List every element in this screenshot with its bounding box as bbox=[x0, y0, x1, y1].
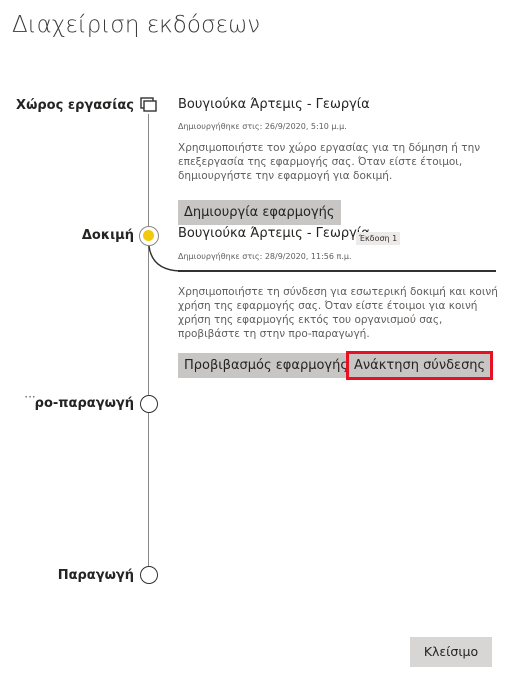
test-description: Χρησιμοποιήστε τη σύνδεση για εσωτερική … bbox=[178, 286, 498, 340]
create-app-button[interactable]: Δημιουργία εφαρμογής bbox=[178, 200, 341, 225]
stage-connector-curve bbox=[148, 246, 181, 272]
promote-app-button[interactable]: Προβιβασμός εφαρμογής bbox=[178, 353, 354, 378]
stage-indicator-production bbox=[140, 566, 158, 584]
version-badge: Έκδοση 1 bbox=[356, 232, 401, 245]
pipeline-timeline-line bbox=[148, 110, 149, 576]
close-button[interactable]: Κλείσιμο bbox=[410, 637, 492, 667]
stage-label-preproduction: ρο-παραγωγή bbox=[34, 396, 134, 411]
test-created-date: Δημιουργήθηκε στις: 28/9/2020, 11:56 π.μ… bbox=[178, 252, 352, 261]
workspace-name: Βουγιούκα Άρτεμις - Γεωργία bbox=[178, 97, 370, 112]
workspace-stack-icon bbox=[140, 97, 158, 114]
stage-label-workspace: Χώρος εργασίας bbox=[16, 98, 134, 113]
stage-label-test: Δοκιμή bbox=[81, 228, 134, 243]
workspace-created-date: Δημιουργήθηκε στις: 26/9/2020, 5:10 μ.μ. bbox=[178, 122, 347, 131]
section-divider bbox=[178, 270, 496, 272]
stage-label-production: Παραγωγή bbox=[57, 568, 134, 583]
active-stage-dot bbox=[143, 230, 154, 241]
test-app-name: Βουγιούκα Άρτεμις - Γεωργία bbox=[178, 226, 370, 241]
stage-indicator-test bbox=[139, 226, 159, 246]
page-title: Διαχείριση εκδόσεων bbox=[12, 12, 261, 38]
stage-indicator-preproduction bbox=[140, 395, 158, 413]
get-link-button[interactable]: Ανάκτηση σύνδεσης bbox=[345, 351, 494, 380]
workspace-description: Χρησιμοποιήστε τον χώρο εργασίας για τη … bbox=[178, 142, 481, 182]
